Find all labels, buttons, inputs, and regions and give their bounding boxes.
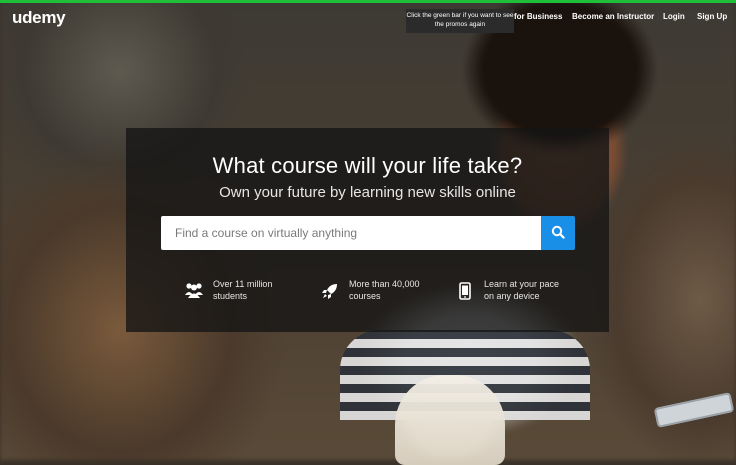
background-coffee-cup	[395, 375, 505, 465]
nav-for-business[interactable]: for Business	[514, 12, 562, 21]
udemy-logo[interactable]: udemy	[12, 8, 66, 28]
top-navbar: udemy Click the green bar if you want to…	[0, 3, 736, 33]
hero-panel: What course will your life take? Own you…	[126, 128, 609, 332]
promo-tooltip: Click the green bar if you want to see t…	[406, 9, 514, 33]
nav-become-instructor[interactable]: Become an Instructor	[572, 12, 654, 21]
feature-devices: Learn at your pace on any device	[454, 278, 564, 308]
feature-courses: More than 40,000 courses	[319, 278, 429, 308]
feature-students: Over 11 million students	[183, 278, 293, 308]
course-search-input[interactable]	[161, 216, 541, 250]
nav-signup[interactable]: Sign Up	[697, 12, 727, 21]
search-icon	[551, 225, 565, 242]
hero-title: What course will your life take?	[212, 153, 523, 178]
rocket-icon	[319, 282, 341, 300]
hero-subtitle: Own your future by learning new skills o…	[219, 184, 516, 201]
mobile-icon	[454, 282, 476, 300]
feature-courses-text: More than 40,000 courses	[349, 279, 420, 301]
search-button[interactable]	[541, 216, 575, 250]
nav-login[interactable]: Login	[663, 12, 685, 21]
feature-students-text: Over 11 million students	[213, 279, 273, 301]
users-icon	[183, 282, 205, 298]
feature-devices-text: Learn at your pace on any device	[484, 279, 560, 301]
